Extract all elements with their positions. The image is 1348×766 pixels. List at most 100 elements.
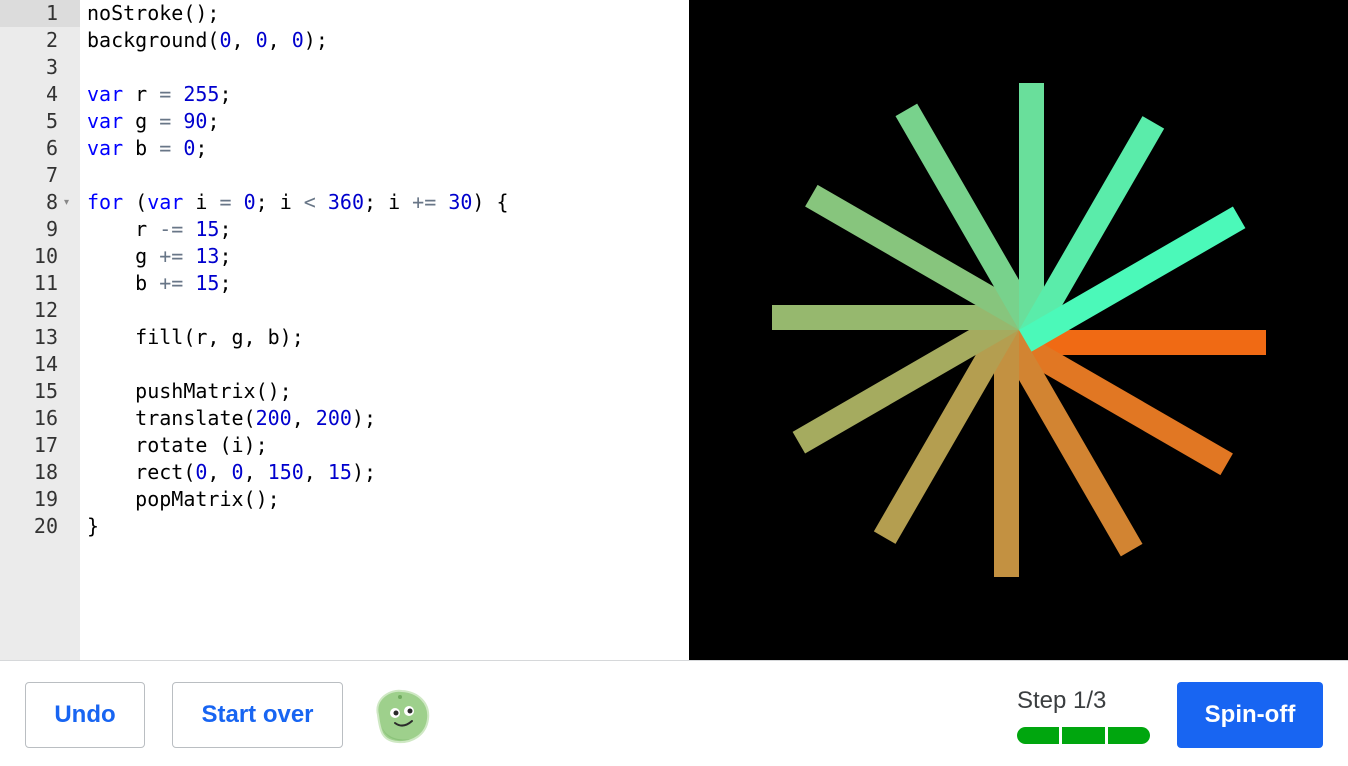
code-token: = [159, 82, 172, 106]
code-token: < [303, 190, 316, 214]
code-editor[interactable]: 1 2 3 4 5 6 7 8 9 10 11 12 13 14 15 16 17 18 19 20 ▾ noStrok… [0, 0, 689, 660]
line-number: 10 [33, 244, 58, 268]
code-token: popMatrix(); [87, 487, 280, 511]
code-line[interactable]: translate(200, 200); [87, 405, 376, 432]
progress-segment [1017, 727, 1060, 744]
code-line[interactable]: popMatrix(); [87, 486, 280, 513]
code-token: 150 [267, 460, 304, 484]
code-token: ( [123, 190, 148, 214]
code-line[interactable]: pushMatrix(); [87, 378, 292, 405]
line-number: 13 [33, 325, 58, 349]
code-token: background( [87, 28, 220, 52]
line-number: 12 [33, 298, 58, 322]
code-token: b [123, 136, 160, 160]
code-token: g [123, 109, 160, 133]
step-progress-bar [1017, 727, 1150, 744]
code-token: rect( [87, 460, 196, 484]
line-number: 16 [33, 406, 58, 430]
code-token: ; [207, 109, 220, 133]
code-token: 0 [195, 460, 208, 484]
progress-segment [1107, 727, 1150, 744]
code-line[interactable]: b += 15; [87, 270, 232, 297]
code-token: += [412, 190, 437, 214]
line-number: 2 [45, 28, 58, 52]
code-token: , [243, 460, 268, 484]
line-number: 4 [45, 82, 58, 106]
code-token: 200 [255, 406, 292, 430]
code-token: 0 [291, 28, 304, 52]
code-token: b [87, 271, 160, 295]
line-number: 9 [45, 217, 58, 241]
fold-toggle-icon[interactable]: ▾ [64, 189, 74, 216]
code-token: r [87, 217, 160, 241]
code-token: 200 [315, 406, 352, 430]
line-number: 3 [45, 55, 58, 79]
code-token: 360 [327, 190, 364, 214]
code-token: 15 [195, 217, 220, 241]
line-number: 11 [33, 271, 58, 295]
line-number: 7 [45, 163, 58, 187]
code-token: i [183, 190, 220, 214]
line-number: 18 [33, 460, 58, 484]
code-token: -= [159, 217, 184, 241]
code-token: noStroke(); [87, 1, 220, 25]
line-number-gutter: 1 2 3 4 5 6 7 8 9 10 11 12 13 14 15 16 17 18 19 20 ▾ [0, 0, 80, 660]
code-line[interactable]: rect(0, 0, 150, 15); [87, 459, 376, 486]
output-canvas [689, 0, 1348, 660]
code-token: ; [219, 244, 232, 268]
code-token: for [87, 190, 124, 214]
code-line[interactable]: var g = 90; [87, 108, 219, 135]
code-line[interactable]: r -= 15; [87, 216, 231, 243]
line-number: 17 [33, 433, 58, 457]
code-token: 255 [183, 82, 220, 106]
code-line[interactable]: for (var i = 0; i < 360; i += 30) { [87, 189, 509, 216]
code-token: var [87, 136, 124, 160]
code-token: ; [219, 271, 232, 295]
code-token: 15 [327, 460, 352, 484]
code-line[interactable]: g += 13; [87, 243, 232, 270]
progress-segment [1062, 727, 1105, 744]
code-line[interactable]: } [87, 513, 99, 540]
code-token: 0 [255, 28, 268, 52]
code-token: , [207, 460, 232, 484]
code-token: ; i [364, 190, 413, 214]
code-line[interactable]: rotate (i); [87, 432, 267, 459]
spin-off-button[interactable]: Spin-off [1177, 682, 1323, 748]
code-token: r [123, 82, 160, 106]
code-token: fill(r, g, b); [87, 325, 304, 349]
code-line[interactable]: fill(r, g, b); [87, 324, 304, 351]
code-line[interactable]: noStroke(); [87, 0, 219, 27]
code-line[interactable]: background(0, 0, 0); [87, 27, 328, 54]
code-token: 0 [243, 190, 256, 214]
canvas-ray [772, 305, 1019, 330]
code-token: 0 [219, 28, 232, 52]
canvas-ray [994, 330, 1019, 577]
code-token: ; [219, 82, 232, 106]
code-token: g [87, 244, 160, 268]
canvas-drawing [689, 0, 1348, 660]
code-token: 13 [195, 244, 220, 268]
code-token: var [87, 109, 124, 133]
code-token: 90 [183, 109, 208, 133]
green-blob-avatar-icon [368, 687, 432, 745]
code-token: += [159, 271, 184, 295]
code-token: += [159, 244, 184, 268]
undo-button[interactable]: Undo [25, 682, 145, 748]
code-token: ); [351, 406, 377, 430]
code-token: translate( [87, 406, 256, 430]
code-token: , [231, 28, 256, 52]
code-line[interactable]: var r = 255; [87, 81, 232, 108]
start-over-button[interactable]: Start over [172, 682, 343, 748]
line-number: 8 [45, 190, 58, 214]
code-token: } [87, 514, 100, 538]
code-line[interactable]: var b = 0; [87, 135, 207, 162]
code-token: ) { [472, 190, 509, 214]
line-number: 15 [33, 379, 58, 403]
